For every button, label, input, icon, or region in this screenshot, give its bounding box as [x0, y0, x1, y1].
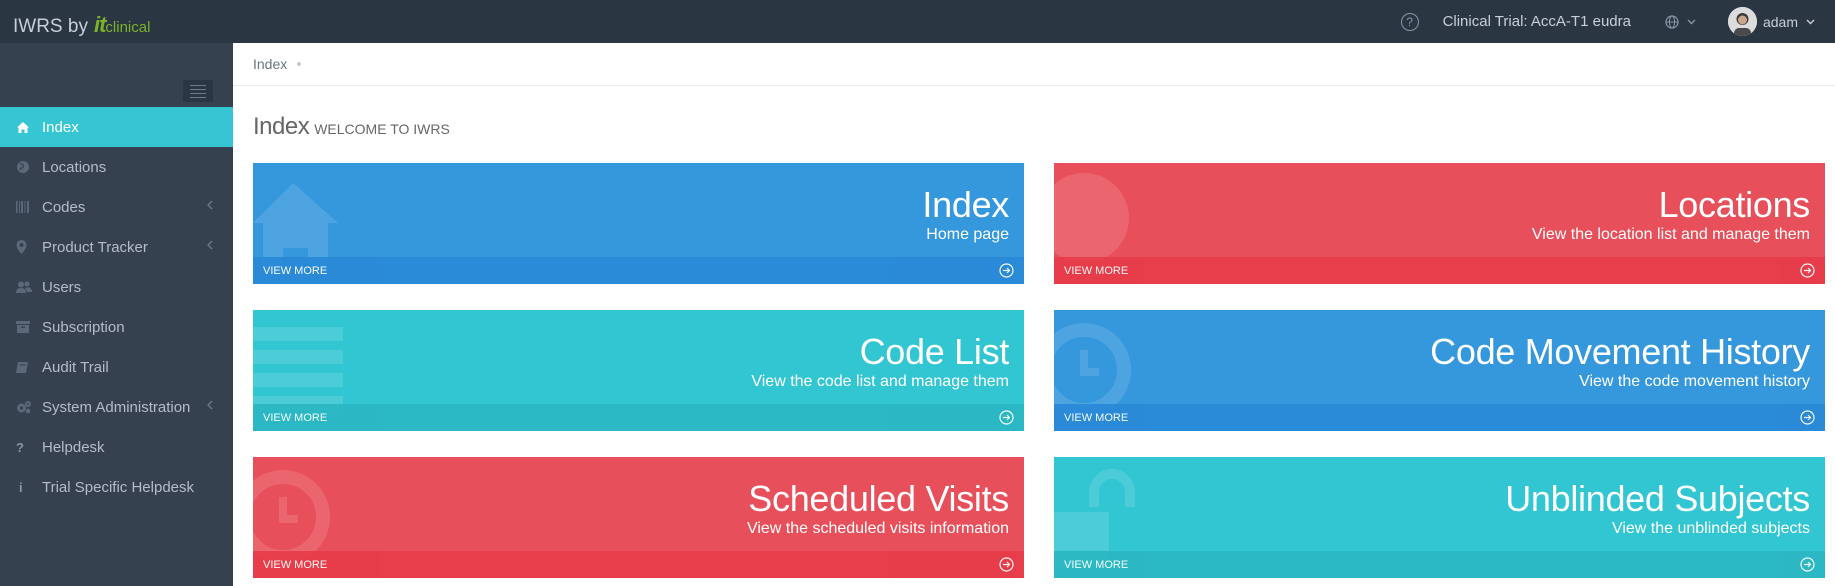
arrow-circle-right-icon [999, 557, 1014, 572]
tile-title: Code Movement History [1430, 331, 1810, 372]
arrow-circle-right-icon [1800, 410, 1815, 425]
sidebar-item-index[interactable]: Index [0, 107, 233, 147]
tile-description: View the code list and manage them [751, 373, 1009, 390]
arrow-circle-right-icon [999, 410, 1014, 425]
tile-description: View the unblinded subjects [1611, 520, 1810, 537]
sidebar-item-audit-trail[interactable]: Audit Trail [0, 347, 233, 387]
tile-title: Code List [859, 331, 1010, 372]
question-icon: ? [16, 439, 24, 455]
users-icon [16, 281, 32, 293]
brand-logo[interactable]: IWRS by it clinical [13, 12, 150, 38]
tile-title: Unblinded Subjects [1505, 478, 1810, 519]
sidebar-item-label: Users [42, 278, 82, 296]
dashboard-tile-index[interactable]: Index Home page View more [253, 163, 1024, 284]
brand-prefix: IWRS by [13, 16, 88, 37]
view-more-label: View more [263, 411, 328, 424]
view-more-link[interactable]: View more [1054, 551, 1825, 578]
breadcrumb: Index [233, 43, 1835, 86]
tile-description: View the code movement history [1579, 373, 1810, 390]
sidebar-item-trial-specific-helpdesk[interactable]: i Trial Specific Helpdesk [0, 467, 233, 507]
view-more-label: View more [263, 558, 328, 571]
chevron-left-icon [207, 240, 213, 250]
tile-description: View the location list and manage them [1531, 226, 1810, 243]
view-more-link[interactable]: View more [253, 404, 1024, 431]
sidebar-item-locations[interactable]: Locations [0, 147, 233, 187]
sidebar-item-subscription[interactable]: Subscription [0, 307, 233, 347]
avatar [1727, 7, 1757, 36]
breadcrumb-separator [297, 62, 302, 66]
arrow-circle-right-icon [1800, 557, 1815, 572]
user-name: adam [1762, 13, 1798, 30]
sidebar: Index Locations Codes Product Tracker Us… [0, 43, 233, 586]
view-more-link[interactable]: View more [253, 257, 1024, 284]
dashboard-tile-code-movement-history[interactable]: Code Movement History View the code move… [1054, 310, 1825, 431]
view-more-label: View more [1064, 264, 1129, 277]
globe-icon [17, 161, 29, 173]
globe-icon [1665, 14, 1679, 29]
sidebar-item-helpdesk[interactable]: ? Helpdesk [0, 427, 233, 467]
brand-it: it [93, 12, 106, 37]
help-icon[interactable]: ? [1400, 12, 1419, 31]
tile-title: Index [922, 184, 1009, 225]
sidebar-item-product-tracker[interactable]: Product Tracker [0, 227, 233, 267]
tile-description: View the scheduled visits information [746, 520, 1009, 537]
chevron-down-icon [1806, 19, 1815, 24]
tile-description: Home page [926, 226, 1009, 243]
page-subtitle: welcome to IWRS [314, 121, 450, 137]
dashboard-tile-code-list[interactable]: Code List View the code list and manage … [253, 310, 1024, 431]
map-pin-icon [16, 240, 27, 254]
sidebar-item-codes[interactable]: Codes [0, 187, 233, 227]
sidebar-item-label: Codes [42, 198, 86, 216]
page-title: Index welcome to IWRS [253, 113, 450, 141]
barcode-icon [16, 201, 29, 213]
sidebar-item-label: Helpdesk [42, 438, 105, 456]
sidebar-item-label: Index [42, 118, 79, 136]
sidebar-item-label: System Administration [42, 398, 191, 416]
dashboard-tile-unblinded-subjects[interactable]: Unblinded Subjects View the unblinded su… [1054, 457, 1825, 578]
sidebar-menu: Index Locations Codes Product Tracker Us… [0, 107, 233, 507]
tile-title: Locations [1658, 184, 1811, 225]
arrow-circle-right-icon [1800, 263, 1815, 278]
user-menu[interactable]: adam [1727, 7, 1815, 36]
page-title-text: Index [253, 113, 310, 140]
home-icon [17, 121, 29, 133]
breadcrumb-item-index[interactable]: Index [253, 56, 287, 72]
sidebar-item-label: Product Tracker [42, 238, 148, 256]
chevron-left-icon [207, 200, 213, 210]
dashboard-tile-scheduled-visits[interactable]: Scheduled Visits View the scheduled visi… [253, 457, 1024, 578]
sidebar-item-label: Subscription [42, 318, 125, 336]
sidebar-item-label: Trial Specific Helpdesk [42, 478, 194, 496]
chevron-down-icon [1687, 19, 1696, 24]
sidebar-item-users[interactable]: Users [0, 267, 233, 307]
book-icon [16, 361, 28, 373]
tile-title: Scheduled Visits [748, 478, 1009, 519]
info-icon: i [19, 479, 23, 495]
arrow-circle-right-icon [999, 263, 1014, 278]
sidebar-item-label: Audit Trail [42, 358, 109, 376]
view-more-link[interactable]: View more [1054, 257, 1825, 284]
archive-icon [16, 321, 30, 333]
view-more-label: View more [1064, 411, 1129, 424]
brand-clinical: clinical [105, 19, 151, 36]
chevron-left-icon [207, 400, 213, 410]
sidebar-item-label: Locations [42, 158, 107, 176]
sidebar-toggle-button[interactable] [183, 80, 213, 102]
view-more-link[interactable]: View more [1054, 404, 1825, 431]
view-more-label: View more [263, 264, 328, 277]
sidebar-item-system-administration[interactable]: System Administration [0, 387, 233, 427]
dashboard-tile-locations[interactable]: Locations View the location list and man… [1054, 163, 1825, 284]
top-navbar: IWRS by it clinical ? Clinical Trial: Ac… [0, 0, 1835, 43]
language-dropdown[interactable] [1665, 14, 1696, 29]
clinical-trial-selector[interactable]: Clinical Trial: AccA-T1 eudra [1443, 13, 1631, 30]
view-more-label: View more [1064, 558, 1129, 571]
main-content: Index Index welcome to IWRS Index Home p… [233, 43, 1835, 586]
cogs-icon [17, 401, 31, 414]
view-more-link[interactable]: View more [253, 551, 1024, 578]
